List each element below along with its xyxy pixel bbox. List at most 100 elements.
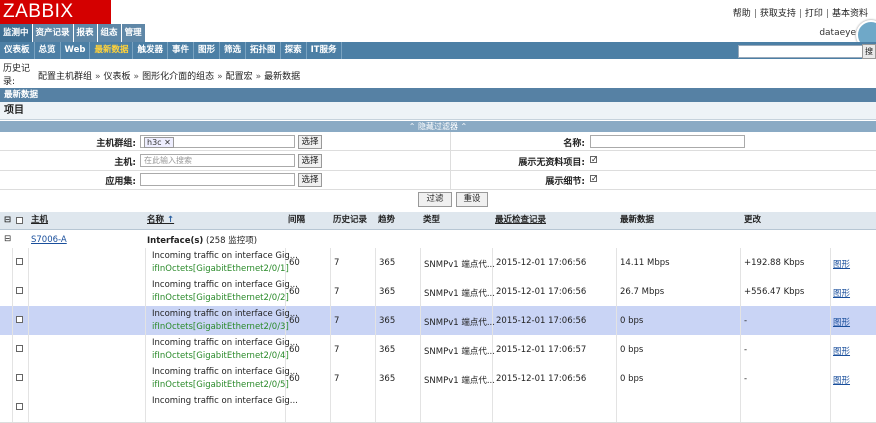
subtab-maps[interactable]: 拓扑图 (246, 42, 281, 59)
host-input[interactable]: 在此输入搜索 (140, 154, 295, 167)
col-type[interactable]: 类型 (423, 212, 440, 229)
host-group-input[interactable]: h3c ✕ (140, 135, 295, 148)
row-checkbox[interactable] (16, 345, 23, 352)
collapse-all-icon[interactable]: ⊟ (4, 212, 11, 229)
column-divider (145, 248, 146, 277)
column-divider (330, 393, 331, 422)
column-divider (830, 364, 831, 393)
filter-toggle[interactable]: ⌃ 隐藏过滤器 ⌃ (0, 121, 876, 132)
application-input[interactable] (140, 173, 295, 186)
group-application: Interface(s) (258 监控项) (147, 234, 257, 246)
subtab-latest-data[interactable]: 最新数据 (90, 42, 134, 59)
profile-link[interactable]: 基本资料 (832, 9, 868, 19)
cell-interval: 60 (289, 287, 300, 297)
table-row[interactable]: Incoming traffic on interface Gig... ifIn… (0, 364, 876, 394)
subtab-discovery[interactable]: 探索 (281, 42, 307, 59)
column-divider (420, 393, 421, 422)
graph-link[interactable]: 图形 (833, 287, 850, 299)
zabbix-logo[interactable]: ZABBIX (0, 0, 111, 24)
close-icon[interactable]: ✕ (164, 138, 171, 147)
subtab-screens[interactable]: 筛选 (220, 42, 247, 59)
crumb-screens-config[interactable]: 图形化介面的组态 (142, 72, 214, 82)
application-select-button[interactable]: 选择 (298, 173, 322, 187)
host-group-tag[interactable]: h3c ✕ (144, 137, 174, 148)
cell-last-check: 2015-12-01 17:06:57 (496, 345, 587, 355)
support-link[interactable]: 获取支持 (760, 9, 796, 19)
search-button[interactable]: 搜 (862, 44, 876, 59)
subtab-overview[interactable]: 总览 (35, 42, 61, 59)
column-divider (330, 364, 331, 393)
tab-reports[interactable]: 报表 (73, 24, 97, 42)
tab-inventory[interactable]: 资产记录 (32, 24, 73, 42)
collapse-group-icon[interactable]: ⊟ (4, 234, 11, 244)
subtab-graphs[interactable]: 图形 (194, 42, 221, 59)
col-last-check[interactable]: 最近检查记录 (495, 212, 546, 229)
col-change[interactable]: 更改 (744, 212, 761, 229)
column-divider (492, 393, 493, 422)
column-divider (830, 306, 831, 335)
select-all-checkbox[interactable] (16, 217, 23, 224)
graph-link[interactable]: 图形 (833, 345, 850, 357)
row-checkbox[interactable] (16, 258, 23, 265)
table-row[interactable]: Incoming traffic on interface Gig... ifIn… (0, 248, 876, 278)
item-key: ifInOctets[GigabitEthernet2/0/2] (152, 293, 289, 303)
col-name[interactable]: 名称 ↑ (147, 212, 174, 229)
host-select-button[interactable]: 选择 (298, 154, 322, 168)
column-divider (375, 335, 376, 364)
table-row[interactable]: Incoming traffic on interface Gig... ifIn… (0, 306, 876, 336)
col-history[interactable]: 历史记录 (333, 212, 367, 229)
help-link[interactable]: 帮助 (733, 9, 751, 19)
graph-link[interactable]: 图形 (833, 316, 850, 328)
show-no-data-checkbox[interactable] (590, 156, 598, 163)
col-last-value[interactable]: 最新数据 (620, 212, 654, 229)
subtab-web[interactable]: Web (61, 42, 91, 59)
crumb-dashboard[interactable]: 仪表板 (104, 72, 131, 82)
cell-type: SNMPv1 端点代... (424, 289, 495, 299)
crumb-macros[interactable]: 配置宏 (226, 72, 253, 82)
graph-link[interactable]: 图形 (833, 374, 850, 386)
cell-trends: 365 (379, 287, 396, 297)
tab-monitoring[interactable]: 监测中 (0, 24, 32, 42)
column-divider (330, 306, 331, 335)
table-row[interactable]: Incoming traffic on interface Gig... ifIn… (0, 335, 876, 365)
filter-button[interactable]: 过滤 (418, 192, 452, 207)
item-name: Incoming traffic on interface Gig... (152, 280, 298, 290)
group-host-link[interactable]: S7006-A (31, 235, 67, 245)
host-group-select-button[interactable]: 选择 (298, 135, 322, 149)
row-checkbox[interactable] (16, 403, 23, 410)
row-checkbox[interactable] (16, 287, 23, 294)
table-row[interactable]: Incoming traffic on interface Gig... (0, 393, 876, 423)
graph-link[interactable]: 图形 (833, 258, 850, 270)
column-divider (28, 335, 29, 364)
reset-button[interactable]: 重设 (456, 192, 488, 207)
item-name: Incoming traffic on interface Gig... (152, 251, 298, 261)
show-no-data-label: 展示无资料项目: (518, 158, 585, 168)
subtab-triggers[interactable]: 触发器 (133, 42, 168, 59)
group-application-name: Interface(s) (147, 236, 204, 246)
filter-divider (0, 170, 876, 171)
column-divider (830, 335, 831, 364)
tab-configuration[interactable]: 组态 (97, 24, 121, 42)
row-checkbox[interactable] (16, 316, 23, 323)
crumb-host-groups[interactable]: 配置主机群组 (38, 72, 92, 82)
print-link[interactable]: 打印 (805, 9, 823, 19)
table-row[interactable]: Incoming traffic on interface Gig... ifIn… (0, 277, 876, 307)
name-input[interactable] (590, 135, 745, 148)
item-name: Incoming traffic on interface Gig... (152, 396, 298, 406)
crumb-latest-data[interactable]: 最新数据 (264, 72, 300, 82)
tab-administration[interactable]: 管理 (121, 24, 145, 42)
col-trends[interactable]: 趋势 (378, 212, 395, 229)
col-host[interactable]: 主机 (31, 212, 48, 229)
subtab-dashboard[interactable]: 仪表板 (0, 42, 35, 59)
subtab-it-services[interactable]: IT服务 (307, 42, 342, 59)
cell-change: - (744, 316, 748, 326)
subtab-events[interactable]: 事件 (168, 42, 195, 59)
row-checkbox[interactable] (16, 374, 23, 381)
col-interval[interactable]: 间隔 (288, 212, 305, 229)
cell-last-value: 0 bps (620, 316, 644, 326)
search-input[interactable] (738, 45, 864, 58)
column-divider (740, 248, 741, 277)
column-divider (12, 364, 13, 393)
column-divider (12, 335, 13, 364)
show-details-checkbox[interactable] (590, 175, 598, 182)
